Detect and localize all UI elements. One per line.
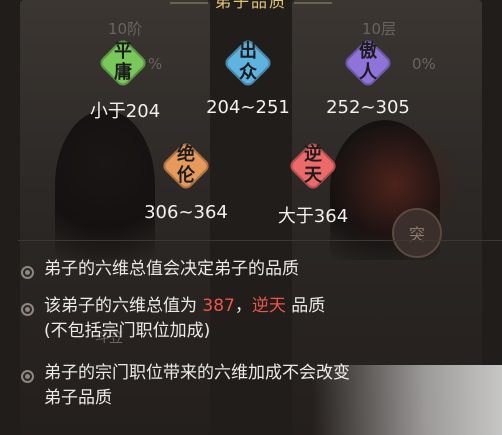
- tier-badge-mediocre: 平庸: [97, 37, 149, 89]
- watermark-fade: [312, 365, 502, 435]
- faded-percent-right: 0%: [412, 55, 436, 73]
- disciple-silhouette-left: [55, 110, 155, 260]
- info-line-1: 弟子的六维总值会决定弟子的品质: [44, 259, 299, 279]
- bullet-icon: [21, 266, 34, 279]
- tier-badge-text: 绝伦: [177, 144, 195, 186]
- bullet-icon: [21, 370, 34, 383]
- quality-name: 逆天: [251, 296, 286, 316]
- tier-badge-text: 出众: [239, 41, 257, 83]
- tier-badge-peerless: 绝伦: [160, 140, 212, 192]
- info-line-2: 该弟子的六维总值为 387，逆天 品质: [44, 296, 326, 316]
- title-ornament: 弟子品质: [170, 0, 332, 18]
- tier-badge-text: 逆天: [304, 144, 322, 186]
- faded-percent-left: %: [148, 55, 163, 73]
- bullet-icon: [21, 303, 34, 316]
- info-line-5: 弟子品质: [44, 388, 112, 408]
- info-line-4: 弟子的宗门职位带来的六维加成不会改变: [44, 363, 350, 383]
- section-divider: [18, 240, 502, 241]
- tier-range-outstanding: 204~251: [206, 97, 290, 118]
- info-line-3: (不包括宗门职位加成): [44, 321, 211, 341]
- breakthrough-badge: 突: [392, 208, 442, 258]
- tier-range-heaven-defying: 大于364: [277, 206, 349, 227]
- tier-badge-text: 平庸: [114, 41, 132, 83]
- tier-badge-text: 傲人: [359, 41, 377, 83]
- tier-badge-outstanding: 出众: [222, 37, 274, 89]
- popup-title: 弟子品质: [214, 0, 287, 11]
- faded-level-label: 10阶: [108, 20, 143, 38]
- six-stat-total-value: 387: [202, 296, 235, 316]
- tier-range-mediocre: 小于204: [89, 101, 161, 122]
- faded-layer-label: 10层: [362, 20, 397, 38]
- tier-range-proud: 252~305: [326, 97, 410, 118]
- tier-range-peerless: 306~364: [144, 202, 228, 223]
- tier-badge-heaven-defying: 逆天: [287, 140, 339, 192]
- tier-badge-proud: 傲人: [342, 37, 394, 89]
